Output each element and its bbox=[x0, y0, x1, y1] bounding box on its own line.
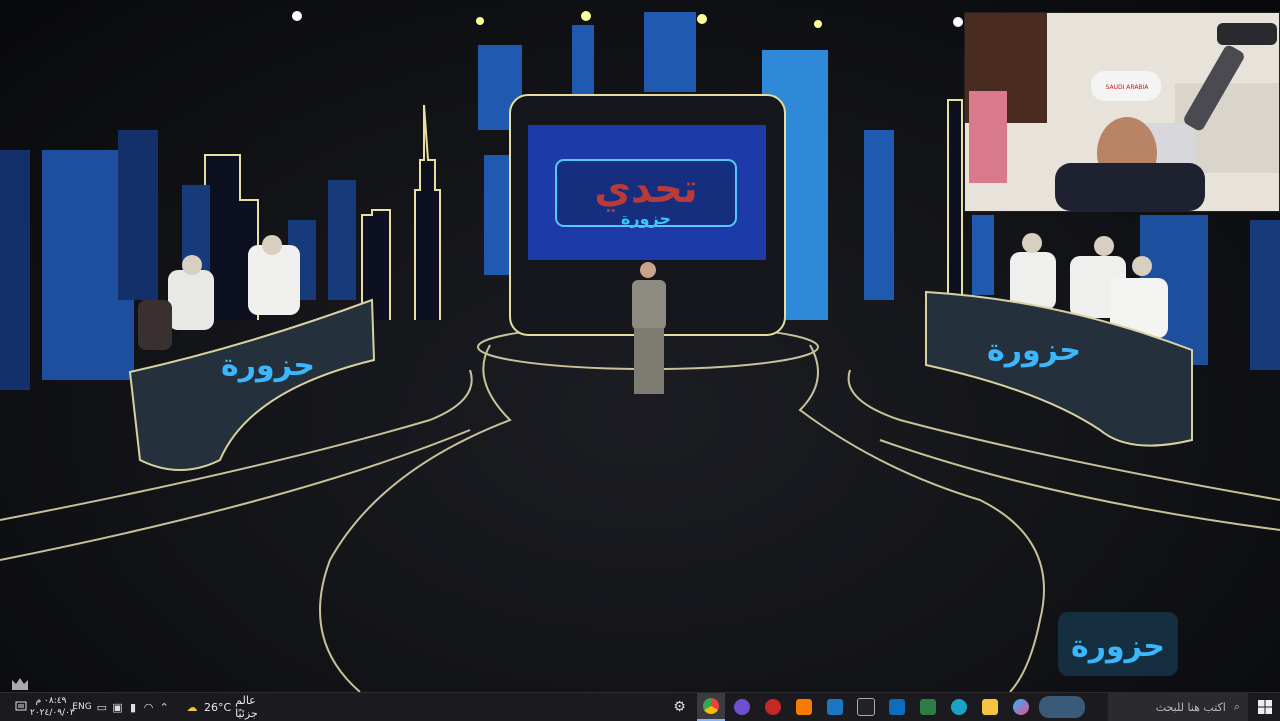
language-indicator[interactable]: ENG bbox=[72, 693, 92, 721]
wifi-icon[interactable]: ◠ bbox=[143, 699, 155, 715]
weather-label: عالم جزئيًا bbox=[235, 694, 258, 720]
clock[interactable]: ٠٨:٤٩ م ٢٠٢٤/٠٩/٠٣ bbox=[30, 695, 75, 719]
windows-icon bbox=[1258, 700, 1272, 714]
chrome-app-icon[interactable] bbox=[696, 693, 725, 721]
weather-temp: 26°C bbox=[203, 700, 232, 714]
screen-subtitle: حزورة bbox=[621, 209, 671, 228]
search-icon: ⌕ bbox=[1233, 700, 1240, 713]
cap-text: SAUDI ARABIA bbox=[1106, 84, 1150, 91]
stage-lights bbox=[292, 11, 963, 28]
edge-app-icon[interactable] bbox=[945, 693, 973, 721]
language-label: ENG bbox=[72, 702, 92, 712]
search-thumbnail[interactable] bbox=[1038, 693, 1086, 721]
mail-app-icon[interactable] bbox=[883, 693, 911, 721]
left-desk-logo: حزورة bbox=[221, 348, 315, 383]
network-icon[interactable]: ▭ bbox=[96, 699, 108, 715]
taskbar: ٠٨:٤٩ م ٢٠٢٤/٠٩/٠٣ ENG ▭ ▣ ▮ ◠ ⌃ ☁ 26°C … bbox=[0, 692, 1280, 721]
search-box[interactable]: اكتب هنا للبحث ⌕ bbox=[1108, 693, 1248, 721]
display-icon[interactable]: ▣ bbox=[112, 699, 124, 715]
pinned-apps: ⚙ bbox=[664, 693, 1087, 721]
window-app-icon[interactable] bbox=[821, 693, 849, 721]
microphone-icon[interactable]: ▮ bbox=[127, 699, 139, 715]
vlc-app-icon[interactable] bbox=[790, 693, 818, 721]
clock-time: ٠٨:٤٩ م bbox=[35, 696, 67, 706]
copilot-app-icon[interactable] bbox=[1007, 693, 1035, 721]
video-frame: تحدي حزورة حزورة حزورة حزورة SAUDI ARABI… bbox=[0, 0, 1280, 692]
search-placeholder: اكتب هنا للبحث bbox=[1155, 700, 1226, 714]
chevron-up-icon[interactable]: ⌃ bbox=[158, 699, 170, 715]
game-app-icon[interactable] bbox=[759, 693, 787, 721]
corner-logo: حزورة bbox=[1071, 629, 1165, 664]
screen-title: تحدي bbox=[594, 166, 698, 212]
explorer-app-icon[interactable] bbox=[976, 693, 1004, 721]
webcam-overlay: SAUDI ARABIA bbox=[964, 12, 1280, 212]
start-button[interactable] bbox=[1250, 693, 1280, 721]
settings-app-icon[interactable]: ⚙ bbox=[666, 693, 694, 721]
right-desk-logo: حزورة bbox=[987, 333, 1081, 368]
webcam-feed: SAUDI ARABIA bbox=[965, 13, 1279, 211]
weather-widget[interactable]: ☁ 26°C عالم جزئيًا bbox=[184, 693, 270, 721]
host-figure bbox=[632, 262, 666, 394]
clock-date: ٢٠٢٤/٠٩/٠٣ bbox=[30, 708, 75, 718]
capcut-app-icon[interactable] bbox=[852, 693, 880, 721]
crown-icon bbox=[12, 678, 28, 690]
store-app-icon[interactable] bbox=[914, 693, 942, 721]
obs-app-icon[interactable] bbox=[728, 693, 756, 721]
system-tray: ▭ ▣ ▮ ◠ ⌃ bbox=[94, 693, 172, 721]
weather-icon: ☁ bbox=[186, 700, 198, 714]
notification-icon[interactable] bbox=[12, 693, 30, 721]
